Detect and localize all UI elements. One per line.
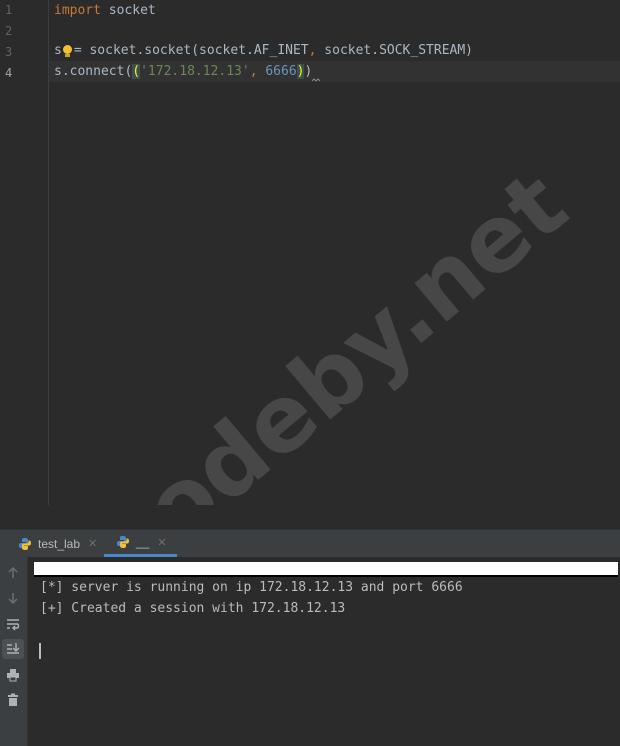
- tab-label: __: [136, 535, 150, 549]
- code-line-4[interactable]: s.connect(('172.18.12.13', 6666)): [54, 61, 321, 82]
- module-name: socket: [100, 3, 156, 18]
- tab-active-run[interactable]: __ ✕: [104, 530, 177, 557]
- assign-operator: =: [73, 43, 90, 58]
- connect-call: s.connect(: [54, 64, 133, 79]
- variable-s: s: [54, 43, 62, 58]
- warning-squiggle-icon: [312, 78, 321, 82]
- text-cursor: [39, 643, 41, 659]
- close-icon[interactable]: ✕: [88, 537, 97, 550]
- matched-paren-open: (: [132, 64, 141, 79]
- ip-string: '172.18.12.13': [140, 64, 250, 79]
- line-number: 1: [5, 3, 13, 17]
- panel-divider[interactable]: [0, 505, 620, 529]
- print-icon[interactable]: [2, 665, 24, 685]
- keyword-import: import: [54, 3, 101, 18]
- trash-icon[interactable]: [2, 690, 24, 710]
- console-line: [*] server is running on ip 172.18.12.13…: [40, 580, 463, 595]
- arrow-up-icon[interactable]: [2, 563, 24, 583]
- tab-test-lab[interactable]: test_lab ✕: [18, 530, 97, 557]
- code-line-1[interactable]: import socket: [54, 0, 156, 21]
- python-icon: [19, 537, 31, 550]
- arrow-down-icon[interactable]: [2, 588, 24, 608]
- socket-call: socket.socket(socket.AF_INET: [89, 43, 309, 58]
- code-editor[interactable]: 1 2 3 4 import socket s = socket.socket(s…: [0, 0, 620, 599]
- socket-call-args: socket.SOCK_STREAM): [316, 43, 474, 58]
- soft-wrap-icon[interactable]: [2, 614, 24, 634]
- line-number: 2: [5, 24, 13, 38]
- tab-label: test_lab: [38, 536, 81, 551]
- connect-call-close: ): [304, 64, 313, 79]
- lightbulb-icon[interactable]: [62, 44, 74, 58]
- redacted-command-line: [34, 562, 618, 577]
- code-line-3[interactable]: s = socket.socket(socket.AF_INET, socket.…: [54, 40, 473, 61]
- console-line: [+] Created a session with 172.18.12.13: [40, 601, 346, 616]
- line-number-gutter: 1 2 3 4: [0, 0, 49, 505]
- python-icon: [117, 536, 129, 548]
- close-icon[interactable]: ✕: [157, 536, 166, 549]
- console-output[interactable]: [*] server is running on ip 172.18.12.13…: [28, 557, 620, 746]
- run-tab-bar: test_lab ✕ __ ✕: [0, 529, 620, 558]
- scroll-to-end-icon[interactable]: [2, 639, 24, 659]
- port-number: 6666: [257, 64, 297, 79]
- comma: ,: [249, 64, 258, 79]
- line-number: 3: [5, 45, 13, 59]
- console-toolbar: [0, 557, 28, 746]
- line-number-current: 4: [5, 66, 13, 80]
